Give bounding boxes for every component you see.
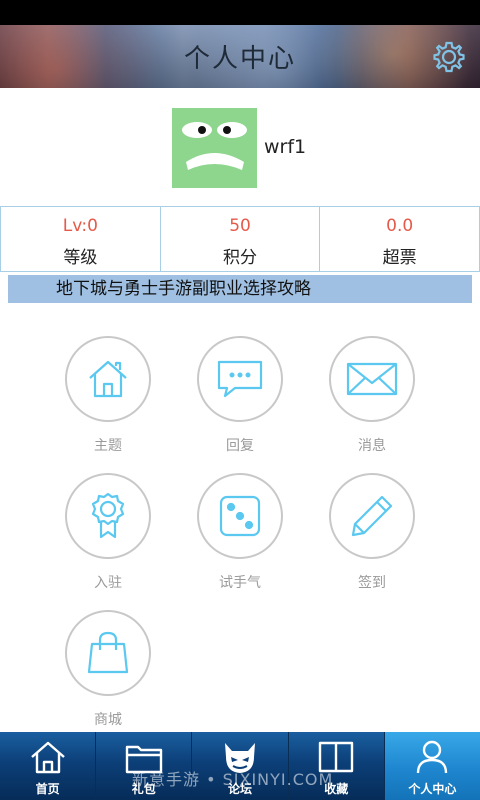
- tab-profile[interactable]: 个人中心: [383, 732, 480, 800]
- stat-value: 50: [229, 216, 251, 236]
- stat-level[interactable]: Lv:0 等级: [1, 207, 160, 271]
- stat-tickets[interactable]: 0.0 超票: [319, 207, 479, 271]
- home-icon: [89, 360, 127, 398]
- grid-item-label: 入驻: [94, 575, 122, 591]
- person-icon: [417, 740, 448, 774]
- book-icon: [319, 741, 354, 773]
- tab-gifts[interactable]: 礼包: [95, 732, 191, 800]
- grid-item-label: 回复: [226, 438, 254, 454]
- stat-label: 积分: [223, 248, 257, 268]
- tab-forum[interactable]: 论坛: [191, 732, 287, 800]
- chat-bubble-icon: [217, 360, 263, 398]
- news-banner[interactable]: 地下城与勇士手游副职业选择攻略: [8, 275, 472, 303]
- grid-item-label: 签到: [358, 575, 386, 591]
- stat-points[interactable]: 50 积分: [159, 207, 320, 271]
- stat-value: 0.0: [386, 216, 414, 236]
- tab-label: 首页: [35, 782, 60, 796]
- settings-button[interactable]: [432, 40, 466, 74]
- grid-item-label: 试手气: [219, 575, 261, 591]
- grumpy-face-avatar: [182, 122, 247, 170]
- stat-value: Lv:0: [62, 216, 98, 236]
- grid-item-topics[interactable]: 主题: [58, 336, 158, 455]
- grid-item-shop[interactable]: 商城: [58, 610, 158, 729]
- pencil-icon: [351, 495, 393, 537]
- award-ribbon-icon: [91, 492, 125, 539]
- tab-favorites[interactable]: 收藏: [287, 732, 384, 800]
- profile-section: wrf1: [0, 108, 480, 188]
- home-icon: [30, 741, 65, 774]
- tab-label: 收藏: [324, 782, 349, 796]
- tab-home[interactable]: 首页: [0, 732, 95, 800]
- shopping-bag-icon: [87, 631, 129, 674]
- stat-label: 等级: [63, 248, 98, 268]
- tab-label: 个人中心: [408, 782, 457, 796]
- envelope-icon: [346, 362, 398, 396]
- grid-item-label: 商城: [94, 712, 122, 728]
- page-title: 个人中心: [183, 44, 296, 74]
- grid-item-label: 主题: [94, 438, 122, 454]
- stats-panel: Lv:0 等级 50 积分 0.0 超票: [0, 206, 480, 272]
- grid-item-luck[interactable]: 试手气: [190, 473, 290, 592]
- tab-label: 礼包: [131, 782, 156, 796]
- username: wrf1: [264, 136, 307, 158]
- devil-face-icon: [225, 743, 255, 773]
- grid-item-replies[interactable]: 回复: [190, 336, 290, 455]
- dice-icon: [219, 495, 261, 537]
- tab-label: 论坛: [228, 782, 253, 796]
- avatar[interactable]: [172, 108, 257, 188]
- grid-item-join[interactable]: 入驻: [58, 473, 158, 592]
- grid-item-messages[interactable]: 消息: [322, 336, 422, 455]
- folder-icon: [125, 745, 162, 774]
- status-bar: [0, 0, 480, 25]
- header-bar: 个人中心: [0, 25, 480, 88]
- grid-item-checkin[interactable]: 签到: [322, 473, 422, 592]
- stat-label: 超票: [382, 248, 417, 268]
- grid-item-label: 消息: [358, 438, 386, 454]
- bottom-tab-bar: 首页 礼包 论坛 收藏 个人中心: [0, 732, 480, 800]
- gear-icon: [433, 41, 465, 73]
